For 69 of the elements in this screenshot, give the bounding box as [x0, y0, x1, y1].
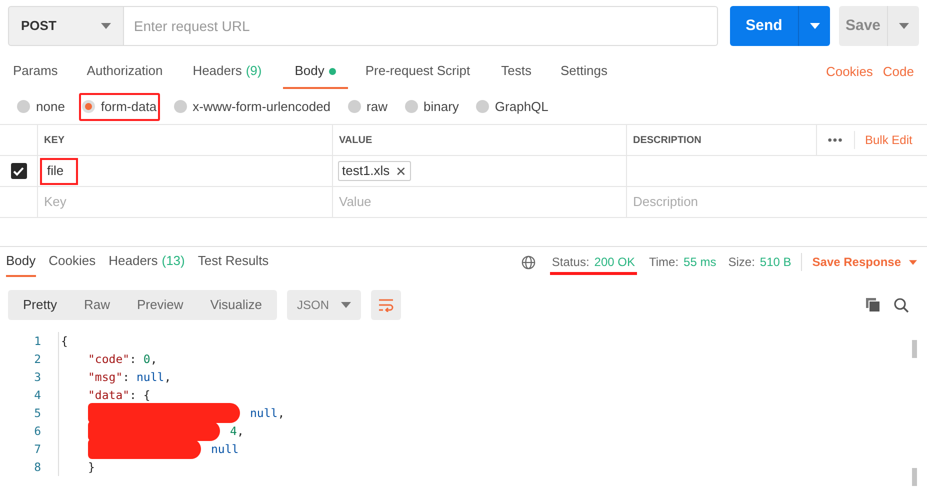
line-number: 5	[33, 405, 41, 422]
key-field[interactable]: Key	[44, 192, 326, 212]
request-tab[interactable]: Pre-request Script	[365, 59, 470, 89]
globe-icon[interactable]	[520, 254, 536, 270]
line-number: 1	[33, 333, 41, 350]
line-number: 6	[33, 423, 41, 440]
radio-option[interactable]: binary	[402, 92, 462, 120]
wrap-lines-icon	[378, 298, 394, 312]
caret-icon	[341, 302, 351, 308]
view-mode-tab[interactable]: Preview	[126, 290, 194, 320]
copy-icon[interactable]	[866, 298, 880, 312]
view-mode-tab[interactable]: Pretty	[13, 290, 67, 320]
response-tab[interactable]: Cookies	[48, 247, 96, 277]
view-mode-tab[interactable]: Raw	[74, 290, 120, 320]
response-tab[interactable]: Headers (13)	[108, 247, 185, 277]
search-icon[interactable]	[894, 298, 909, 312]
status-text: Status: 200 OK	[550, 253, 637, 275]
size-text: Size: 510 B	[728, 253, 802, 271]
key-value[interactable]: file	[40, 158, 78, 184]
caret-icon	[100, 23, 111, 29]
radio-option[interactable]: x-www-form-urlencoded	[170, 92, 334, 120]
response-tab[interactable]: Test Results	[198, 247, 269, 277]
radio-option[interactable]: form-data	[78, 92, 160, 120]
column-header: DESCRIPTION	[633, 134, 702, 148]
scrollbar[interactable]	[912, 340, 917, 486]
line-number: 8	[33, 459, 41, 476]
description-field[interactable]: Description	[633, 192, 811, 212]
line-number: 3	[33, 369, 41, 386]
radio-button[interactable]	[17, 100, 30, 113]
radio-option[interactable]: none	[14, 92, 68, 120]
wrap-lines-button[interactable]	[371, 290, 401, 320]
code-line: "msg": null,	[88, 369, 172, 386]
file-name: test1.xls	[342, 162, 390, 180]
checkbox[interactable]	[10, 163, 26, 179]
caret-icon	[909, 260, 917, 264]
value-field[interactable]: Value	[339, 192, 620, 212]
response-tab[interactable]: Body	[6, 247, 36, 277]
request-tab[interactable]: Body	[282, 59, 348, 89]
time-text: Time: 55 ms	[648, 254, 716, 271]
line-number: 4	[33, 387, 41, 404]
code-line: "code": 0,	[88, 351, 158, 368]
method-dropdown[interactable]: POST	[8, 6, 124, 46]
request-tab[interactable]: Settings	[560, 59, 608, 89]
radio-button[interactable]	[174, 100, 187, 113]
line-number: 7	[33, 441, 41, 458]
url-field[interactable]: Enter request URL	[124, 6, 718, 46]
request-tab[interactable]: Tests	[501, 59, 532, 89]
request-tab[interactable]: Params	[13, 59, 58, 89]
request-tab[interactable]: Headers (9)	[192, 59, 262, 89]
code-line: null	[88, 440, 239, 458]
radio-option[interactable]: raw	[344, 92, 390, 120]
radio-button[interactable]	[348, 100, 361, 113]
radio-button[interactable]	[476, 100, 489, 113]
column-header: KEY	[44, 134, 65, 148]
send-button[interactable]: Send	[730, 6, 798, 46]
code-line: null,	[88, 404, 285, 422]
column-header: VALUE	[339, 134, 372, 148]
request-tab[interactable]: Authorization	[86, 59, 163, 89]
line-number: 2	[33, 351, 41, 368]
code-line: "data": {	[88, 387, 150, 404]
more-button[interactable]: •••	[817, 131, 855, 149]
code-line: 4,	[88, 422, 244, 440]
view-mode-tab[interactable]: Visualize	[200, 290, 272, 320]
format-dropdown[interactable]: JSON	[287, 290, 361, 320]
code-line: {	[61, 333, 68, 350]
radio-option[interactable]: GraphQL	[472, 92, 552, 120]
radio-button[interactable]	[82, 100, 95, 113]
radio-button[interactable]	[404, 100, 418, 113]
code-line: }	[88, 459, 95, 476]
